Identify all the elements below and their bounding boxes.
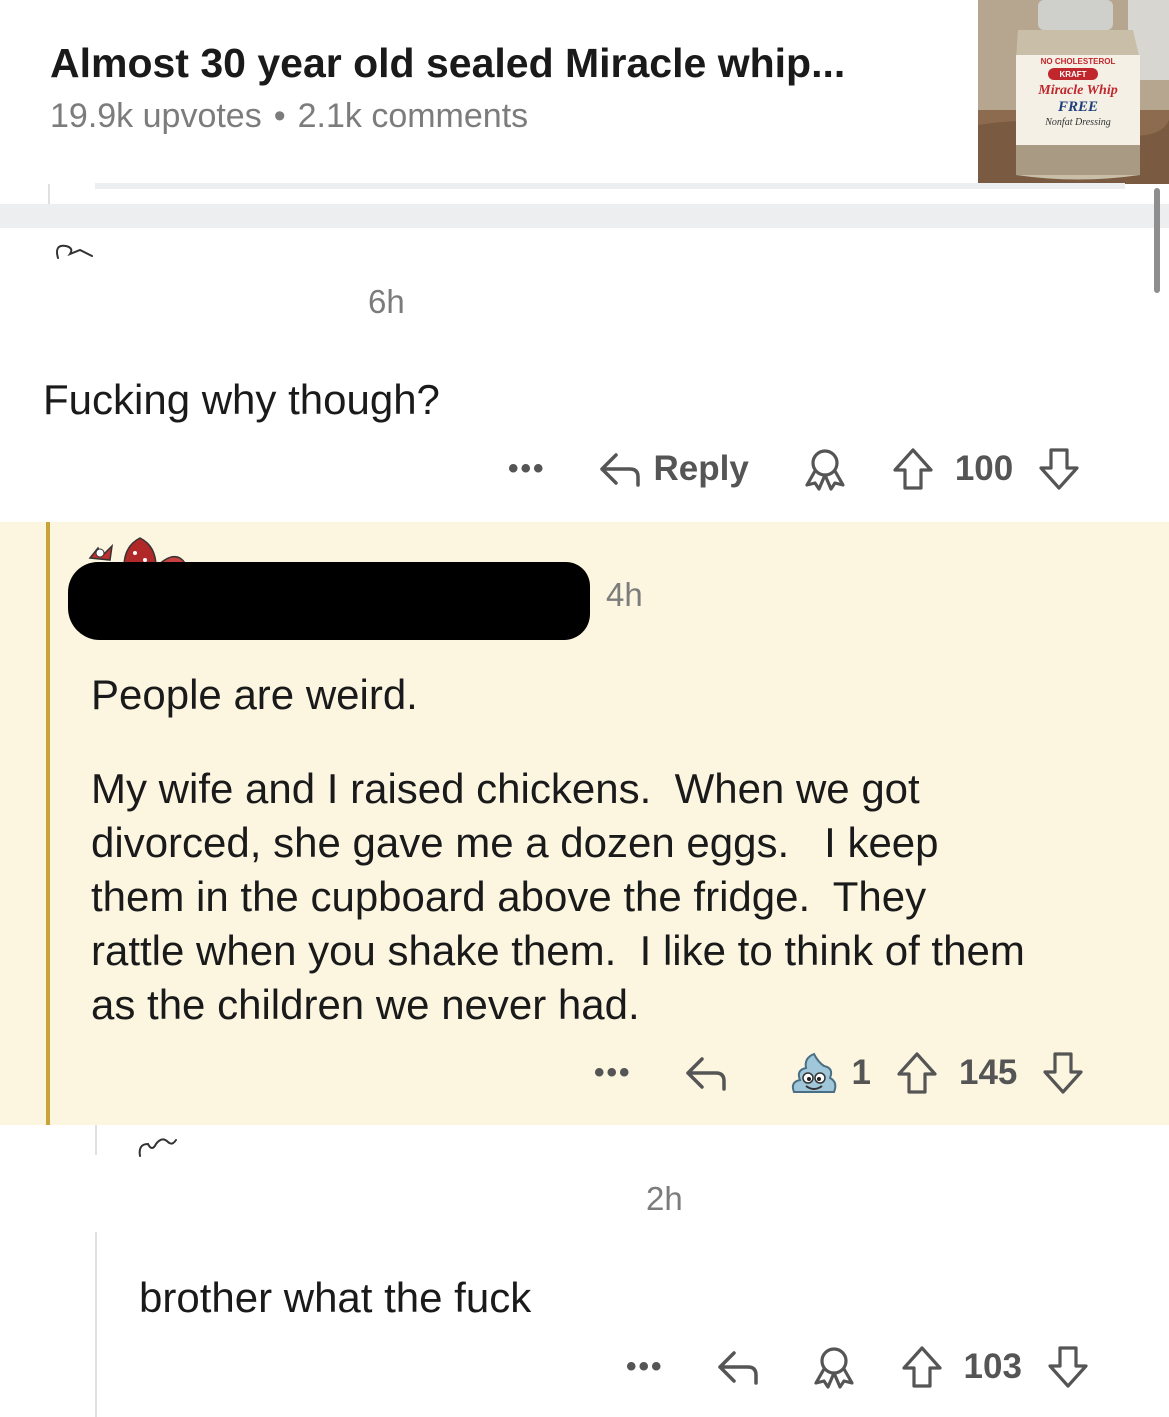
thumb-variant: FREE: [1057, 99, 1098, 115]
divider: [95, 183, 1125, 189]
thumb-brand: KRAFT: [1059, 70, 1086, 79]
comment-body-line: My wife and I raised chickens. When we g…: [91, 765, 920, 812]
poop-award-icon[interactable]: [788, 1048, 840, 1098]
thumb-label-top: NO CHOLESTEROL: [1041, 57, 1116, 66]
comment-body-line: them in the cupboard above the fridge. T…: [91, 873, 927, 920]
post-title[interactable]: Almost 30 year old sealed Miracle whip..…: [50, 40, 845, 87]
reply-label: Reply: [653, 449, 749, 488]
comment-body-line: People are weird.: [91, 671, 418, 718]
award-icon[interactable]: [801, 445, 849, 493]
redacted-username: [68, 562, 590, 640]
vote-score: 145: [958, 1053, 1018, 1092]
miracle-whip-jar-image: NO CHOLESTEROL KRAFT Miracle Whip FREE N…: [978, 0, 1169, 184]
reply-arrow-icon: [596, 447, 644, 491]
award-count: 1: [851, 1053, 871, 1092]
user-avatar[interactable]: [50, 236, 100, 268]
divider: [0, 204, 1169, 228]
upvote-arrow-icon[interactable]: [895, 1050, 939, 1096]
comment-age: 4h: [606, 576, 643, 613]
vote-score: 103: [963, 1347, 1022, 1386]
thread-line: [95, 1125, 97, 1155]
comment-age: 2h: [646, 1180, 683, 1217]
comment-body-line: as the children we never had.: [91, 981, 640, 1028]
downvote-arrow-icon[interactable]: [1041, 1050, 1085, 1096]
downvote-arrow-icon[interactable]: [1037, 446, 1081, 492]
downvote-arrow-icon[interactable]: [1046, 1344, 1090, 1390]
more-options-button[interactable]: •••: [508, 452, 546, 486]
comment-body: brother what the fuck: [139, 1274, 532, 1321]
thumb-product: Miracle Whip: [1037, 83, 1117, 98]
upvote-count: 19.9k upvotes: [50, 97, 262, 135]
more-options-button[interactable]: •••: [594, 1056, 632, 1090]
thumb-subtitle: Nonfat Dressing: [1044, 117, 1110, 128]
reply-button[interactable]: Reply: [596, 447, 749, 491]
thread-line: [95, 1232, 97, 1417]
comment-body-line: divorced, she gave me a dozen eggs. I ke…: [91, 819, 939, 866]
reply-arrow-icon[interactable]: [714, 1345, 762, 1389]
comment-body-line: rattle when you shake them. I like to th…: [91, 927, 1025, 974]
post-meta: 19.9k upvotes • 2.1k comments: [50, 97, 528, 136]
more-options-button[interactable]: •••: [626, 1350, 664, 1384]
post-thumbnail[interactable]: NO CHOLESTEROL KRAFT Miracle Whip FREE N…: [978, 0, 1169, 184]
comment-actions: ••• 103: [626, 1342, 1090, 1392]
award-icon[interactable]: [810, 1343, 858, 1391]
comment-body: Fucking why though?: [43, 376, 440, 423]
upvote-arrow-icon[interactable]: [900, 1344, 944, 1390]
meta-separator: •: [273, 97, 286, 135]
user-avatar[interactable]: [134, 1132, 184, 1162]
vote-score: 100: [954, 449, 1014, 488]
highlight-bar: [46, 522, 50, 1125]
upvote-arrow-icon[interactable]: [891, 446, 935, 492]
comment-age: 6h: [368, 283, 405, 320]
scrollbar[interactable]: [1154, 188, 1160, 293]
reply-arrow-icon[interactable]: [682, 1051, 730, 1095]
comment-actions: ••• 1 145: [594, 1048, 1085, 1098]
comment-count: 2.1k comments: [297, 97, 529, 135]
comment-actions: ••• Reply 100: [508, 444, 1081, 494]
